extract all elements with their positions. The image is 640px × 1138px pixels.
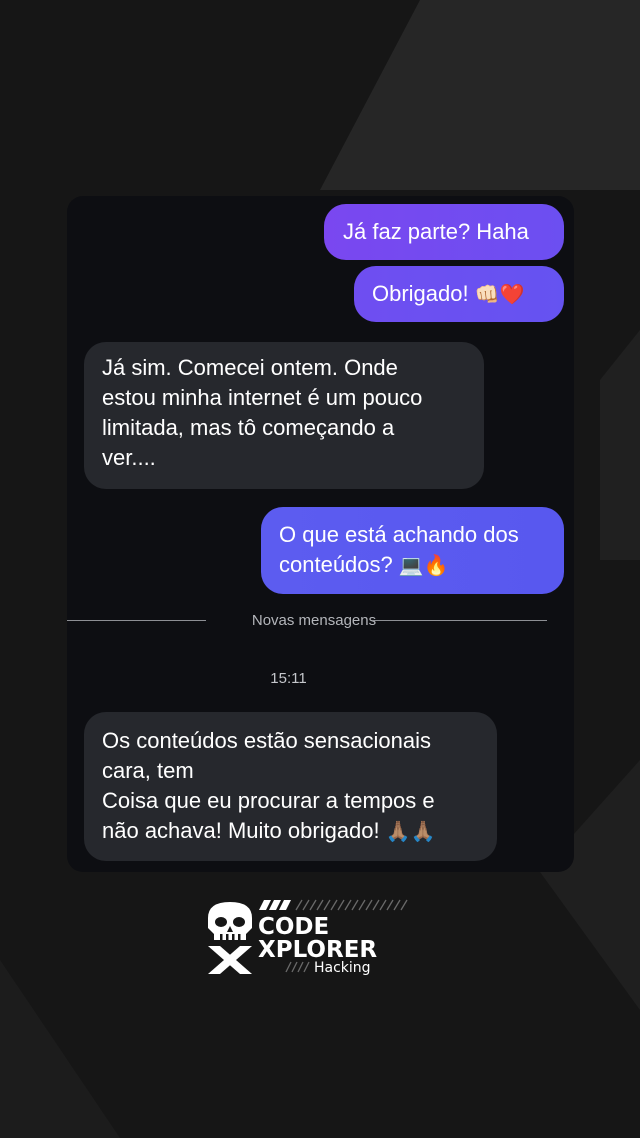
laptop-fire-emoji-icon: 💻🔥 — [398, 555, 449, 577]
message-incoming: Os conteúdos estão sensacionais cara, te… — [84, 712, 497, 861]
message-line: ver.... — [102, 445, 156, 470]
message-line: O que está achando dos — [279, 522, 519, 547]
brand-tagline: Hacking — [314, 960, 371, 976]
message-line: cara, tem — [102, 758, 194, 783]
message-line: estou minha internet é um pouco — [102, 385, 423, 410]
message-incoming: Já sim. Comecei ontem. Onde estou minha … — [84, 342, 484, 489]
divider-left-line — [67, 620, 206, 621]
message-line: não achava! Muito obrigado! — [102, 818, 380, 843]
message-outgoing: Obrigado! 👊🏻❤️ — [354, 266, 564, 322]
skull-icon — [208, 902, 252, 940]
praying-hands-emoji-icon: 🙏🏽🙏🏽 — [385, 821, 436, 843]
fist-heart-emoji-icon: 👊🏻❤️ — [474, 284, 525, 306]
message-line: Já sim. Comecei ontem. Onde — [102, 355, 398, 380]
message-line: Os conteúdos estão sensacionais — [102, 728, 431, 753]
message-line: limitada, mas tô começando a — [102, 415, 395, 440]
message-line: conteúdos? — [279, 552, 393, 577]
message-line: Coisa que eu procurar a tempos e — [102, 788, 435, 813]
chat-panel: Já faz parte? Haha Obrigado! 👊🏻❤️ Já sim… — [67, 196, 574, 872]
message-text: Já faz parte? Haha — [343, 219, 529, 244]
x-mark-icon — [208, 946, 252, 974]
message-outgoing: Já faz parte? Haha — [324, 204, 564, 260]
message-timestamp: 15:11 — [270, 670, 307, 687]
divider-right-line — [372, 620, 547, 621]
code-xplorer-logo: CODE XPLORER Hacking — [208, 899, 408, 976]
message-outgoing: O que está achando dos conteúdos? 💻🔥 — [261, 507, 564, 594]
message-text: Obrigado! — [372, 281, 469, 306]
logo-stripes-top — [259, 900, 291, 910]
